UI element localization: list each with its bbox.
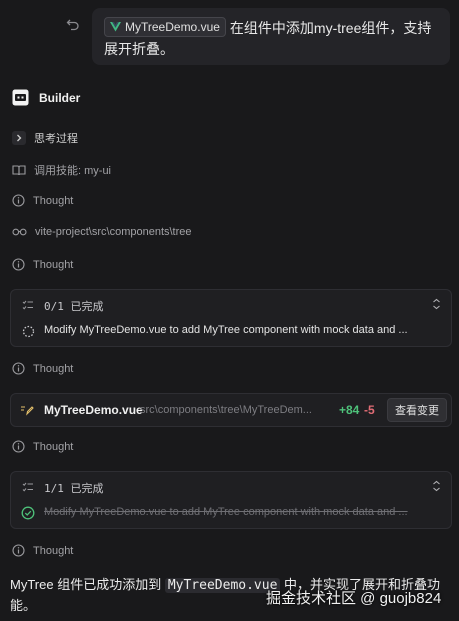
additions-count: +84 <box>339 403 360 417</box>
vue-icon <box>110 22 121 32</box>
inline-code: MyTreeDemo.vue <box>164 578 281 593</box>
thought-label: Thought <box>33 258 74 271</box>
info-icon <box>12 194 25 207</box>
info-icon <box>12 362 25 375</box>
thought-step[interactable]: Thought <box>12 440 73 453</box>
thought-step[interactable]: Thought <box>12 258 73 271</box>
book-icon <box>12 164 26 177</box>
changed-filename: MyTreeDemo.vue <box>44 403 143 417</box>
thought-step[interactable]: Thought <box>12 194 73 207</box>
task-item-text: Modify MyTreeDemo.vue to add MyTree comp… <box>44 324 408 336</box>
task-card-completed: 1/1 已完成 Modify MyTreeDemo.vue to add MyT… <box>10 471 452 529</box>
thought-label: Thought <box>33 440 74 453</box>
task-progress: 1/1 已完成 <box>44 482 104 495</box>
edit-file-icon <box>20 403 34 416</box>
changed-file-path: src\components\tree\MyTreeDem... <box>140 404 312 416</box>
glasses-icon <box>12 227 27 237</box>
builder-icon <box>12 89 29 106</box>
tasklist-icon <box>22 481 34 493</box>
collapse-icon[interactable] <box>432 298 441 310</box>
file-chip-label: MyTreeDemo.vue <box>125 19 220 34</box>
deletions-count: -5 <box>364 403 375 417</box>
undo-icon[interactable] <box>66 18 80 32</box>
check-circle-icon <box>21 506 35 520</box>
file-chip[interactable]: MyTreeDemo.vue <box>104 17 226 37</box>
info-icon <box>12 544 25 557</box>
browse-path-step[interactable]: vite-project\src\components\tree <box>12 226 192 238</box>
task-card-pending: 0/1 已完成 Modify MyTreeDemo.vue to add MyT… <box>10 289 452 347</box>
thought-label: Thought <box>33 544 74 557</box>
file-change-card[interactable]: MyTreeDemo.vue src\components\tree\MyTre… <box>10 393 452 427</box>
final-message-prefix: MyTree 组件已成功添加到 <box>10 577 162 592</box>
user-message-bubble: MyTreeDemo.vue 在组件中添加my-tree组件，支持展开折叠。 <box>92 8 450 65</box>
tasklist-icon <box>22 299 34 311</box>
browse-path-label: vite-project\src\components\tree <box>35 226 192 238</box>
info-icon <box>12 258 25 271</box>
thought-label: Thought <box>33 362 74 375</box>
skill-call-step: 调用技能: my-ui <box>12 162 111 178</box>
loading-spinner-icon <box>22 325 35 338</box>
skill-call-label: 调用技能: my-ui <box>34 165 111 177</box>
view-changes-button[interactable]: 查看变更 <box>387 398 447 422</box>
chevron-right-icon <box>12 131 26 145</box>
info-icon <box>12 440 25 453</box>
watermark: 掘金技术社区 @ guojb824 <box>266 590 442 607</box>
thinking-label: 思考过程 <box>34 133 78 145</box>
thought-step[interactable]: Thought <box>12 362 73 375</box>
thought-label: Thought <box>33 194 74 207</box>
task-progress: 0/1 已完成 <box>44 300 104 313</box>
task-item-text-done: Modify MyTreeDemo.vue to add MyTree comp… <box>44 506 408 518</box>
collapse-icon[interactable] <box>432 480 441 492</box>
thought-step[interactable]: Thought <box>12 544 73 557</box>
assistant-header: Builder <box>12 89 80 106</box>
assistant-name: Builder <box>39 90 81 105</box>
thinking-toggle[interactable]: 思考过程 <box>12 130 78 146</box>
